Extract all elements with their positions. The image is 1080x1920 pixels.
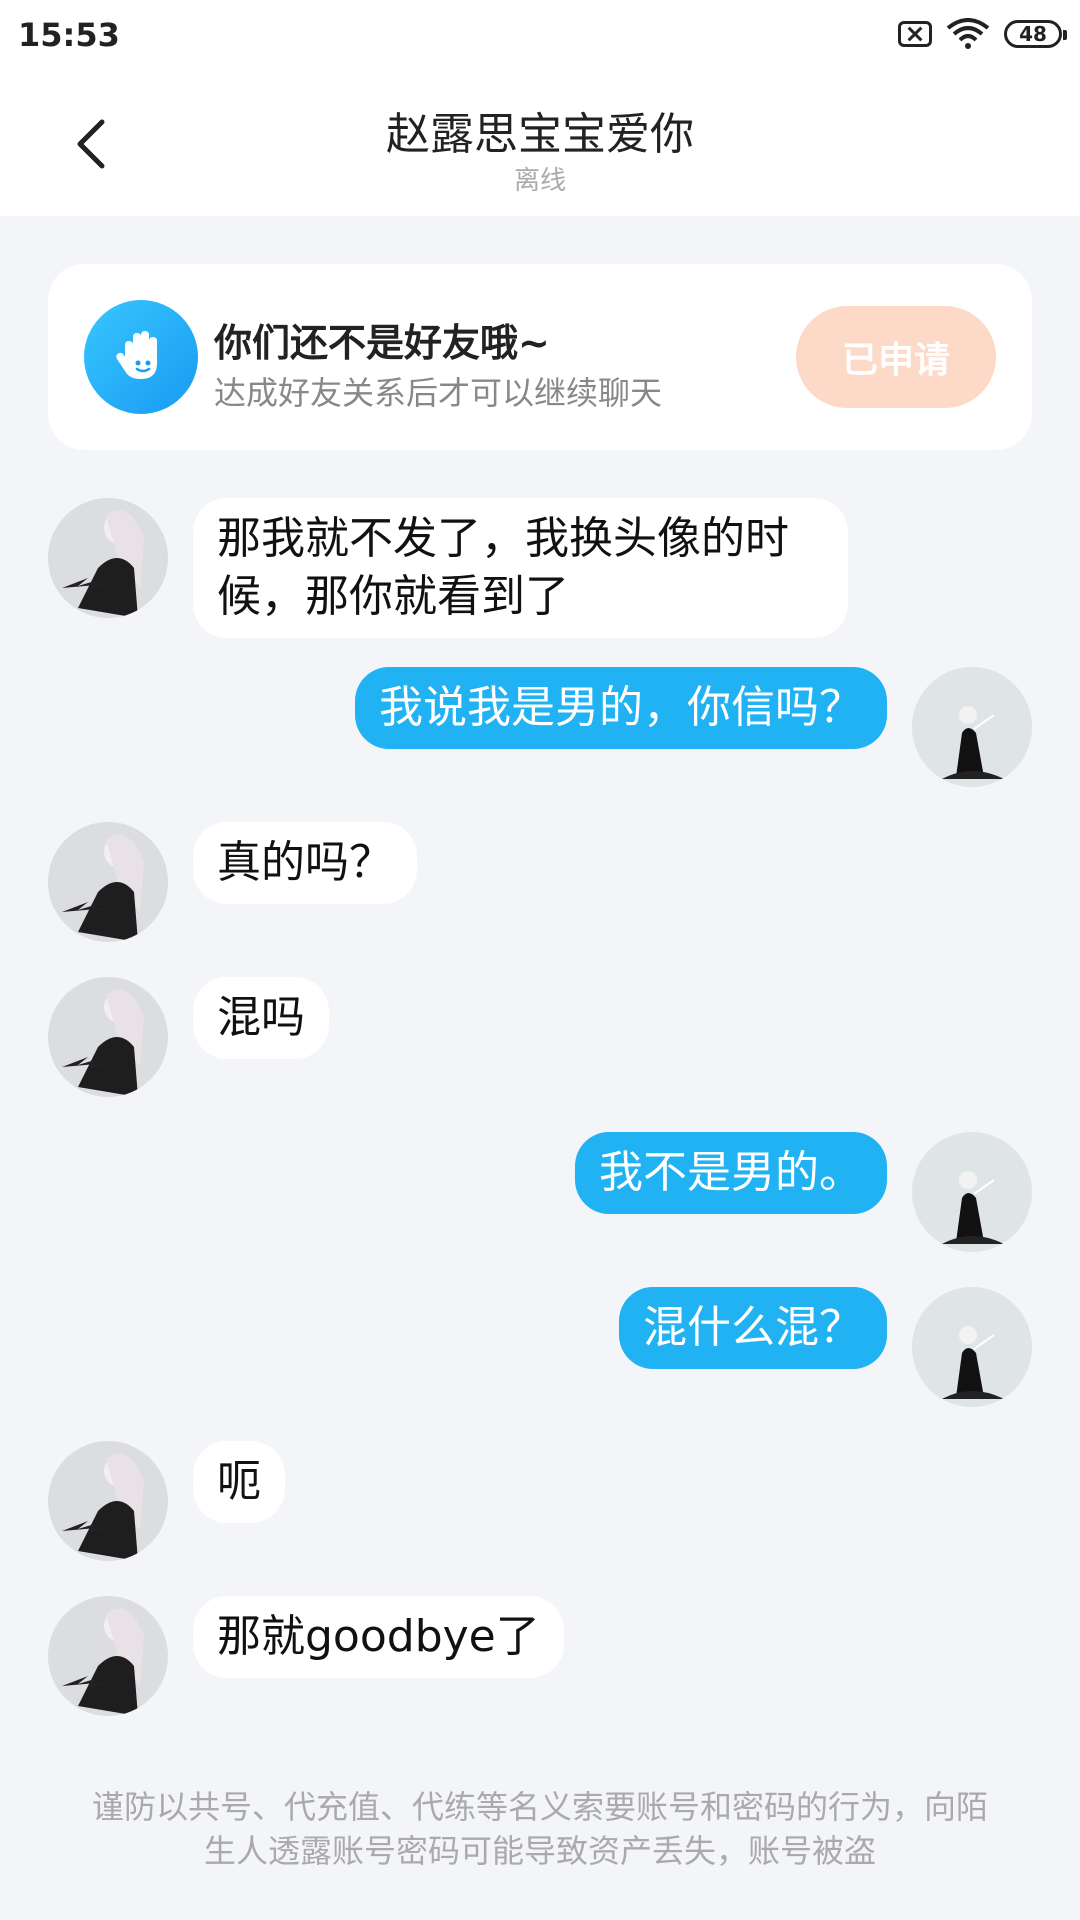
my-avatar[interactable]: [912, 667, 1032, 787]
message-bubble-outgoing[interactable]: 我说我是男的，你信吗？: [355, 667, 887, 749]
friend-notice-title: 你们还不是好友哦~: [214, 321, 550, 365]
contact-avatar[interactable]: [48, 822, 168, 942]
contact-avatar[interactable]: [48, 498, 168, 618]
applied-button[interactable]: 已申请: [796, 306, 996, 408]
message-bubble-incoming[interactable]: 那就goodbye了: [193, 1596, 564, 1678]
status-time: 15:53: [18, 16, 120, 54]
friend-notice-subtitle: 达成好友关系后才可以继续聊天: [214, 374, 663, 412]
security-warning: 谨防以共号、代充值、代练等名义索要账号和密码的行为，向陌生人透露账号密码可能导致…: [91, 1788, 988, 1870]
no-sim-icon: [898, 21, 932, 47]
message-bubble-outgoing[interactable]: 混什么混？: [619, 1287, 887, 1369]
hand-wave-icon: [84, 300, 198, 414]
message-bubble-incoming[interactable]: 呃: [193, 1441, 285, 1523]
my-avatar[interactable]: [912, 1132, 1032, 1252]
status-bar: 15:53 48: [0, 0, 1080, 72]
status-icons: 48: [898, 18, 1067, 50]
my-avatar[interactable]: [912, 1287, 1032, 1407]
contact-avatar[interactable]: [48, 1441, 168, 1561]
contact-avatar[interactable]: [48, 977, 168, 1097]
message-bubble-incoming[interactable]: 真的吗？: [193, 822, 417, 904]
friend-notice-card: 你们还不是好友哦~ 达成好友关系后才可以继续聊天 已申请: [48, 264, 1032, 450]
message-bubble-outgoing[interactable]: 我不是男的。: [575, 1132, 887, 1214]
chat-header: 赵露思宝宝爱你 离线: [0, 72, 1080, 216]
contact-avatar[interactable]: [48, 1596, 168, 1716]
battery-icon: 48: [1004, 20, 1067, 48]
wifi-icon: [946, 18, 990, 49]
message-bubble-incoming[interactable]: 混吗: [193, 977, 329, 1059]
message-bubble-incoming[interactable]: 那我就不发了，我换头像的时候，那你就看到了: [193, 498, 848, 638]
online-status: 离线: [513, 166, 566, 196]
chat-title: 赵露思宝宝爱你: [386, 109, 694, 160]
